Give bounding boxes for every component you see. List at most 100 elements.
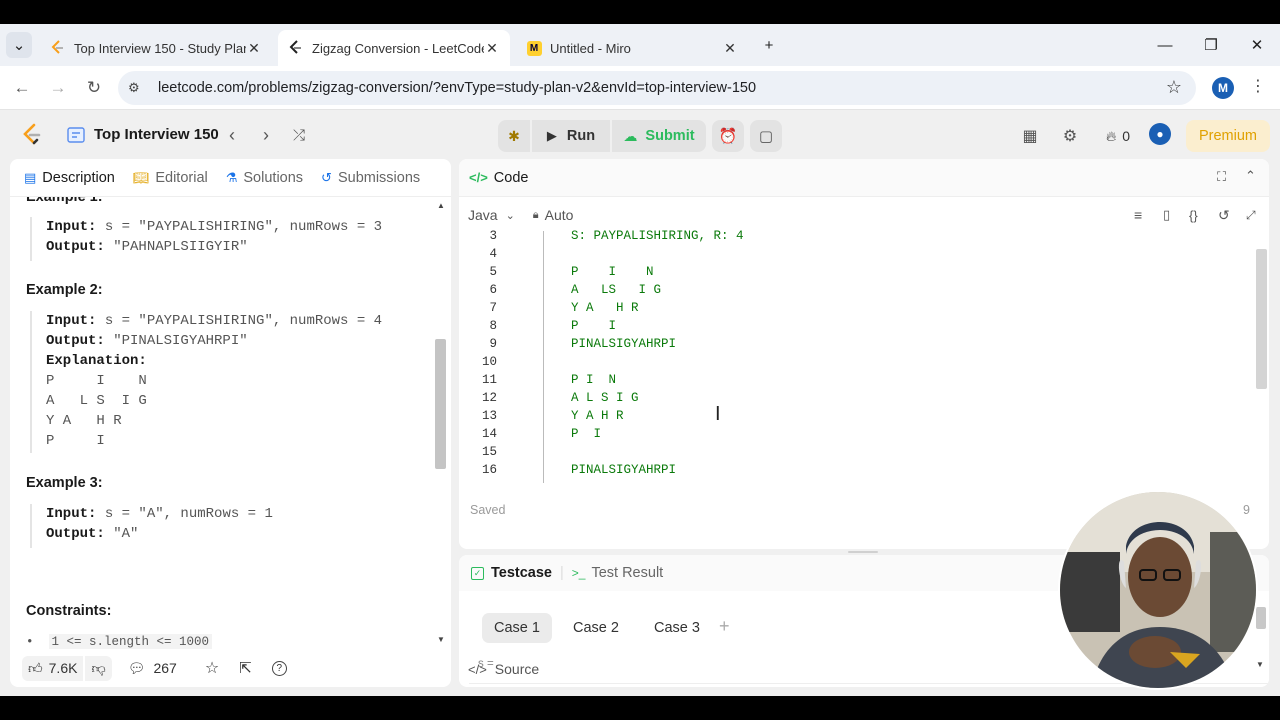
case-tab-1[interactable]: Case 1: [482, 613, 552, 643]
new-tab-button[interactable]: +: [754, 32, 784, 58]
expand-icon[interactable]: ⤢: [1246, 208, 1256, 223]
source-toggle[interactable]: </> Source: [468, 661, 539, 677]
add-case-button[interactable]: +: [719, 616, 730, 637]
tab-editorial[interactable]: 📖︎ Editorial: [133, 170, 208, 186]
tab-description[interactable]: ▤ Description: [24, 170, 115, 186]
explanation-line: Y A H R: [46, 413, 122, 429]
code-line[interactable]: 8 P I: [459, 319, 1259, 337]
code-line[interactable]: 3 S: PAYPALISHIRING, R: 4: [459, 229, 1259, 247]
browser-tab-2[interactable]: M Untitled - Miro ✕: [516, 30, 748, 66]
close-window-button[interactable]: ✕: [1242, 32, 1272, 58]
case-tab-3[interactable]: Case 3: [642, 613, 712, 643]
next-problem-icon[interactable]: ›: [256, 123, 276, 147]
prev-problem-icon[interactable]: ‹: [222, 123, 242, 147]
code-line[interactable]: 10: [459, 355, 1259, 373]
description-content[interactable]: Example 1: Input: s = "PAYPALISHIRING", …: [10, 197, 451, 649]
restore-button[interactable]: ❐: [1196, 32, 1226, 58]
tab-search-button[interactable]: ⌄: [6, 32, 32, 58]
scroll-up-icon[interactable]: ▲: [437, 201, 445, 210]
user-avatar[interactable]: ●: [1149, 123, 1171, 145]
code-line[interactable]: 7 Y A H R: [459, 301, 1259, 319]
code-line[interactable]: 4: [459, 247, 1259, 265]
input-label: Input:: [46, 219, 97, 235]
scroll-down-icon[interactable]: ▼: [437, 635, 445, 644]
back-button[interactable]: ←: [9, 76, 35, 100]
favorite-star-icon[interactable]: ☆: [205, 658, 219, 678]
address-bar[interactable]: ⚙ leetcode.com/problems/zigzag-conversio…: [118, 71, 1196, 105]
help-icon[interactable]: ?: [271, 660, 287, 676]
format-icon[interactable]: ≡: [1134, 207, 1142, 223]
maximize-icon[interactable]: ⛶: [1217, 169, 1226, 185]
code-line[interactable]: 16 PINALSIGYAHRPI: [459, 463, 1259, 481]
output-label: Output:: [46, 526, 105, 542]
premium-button[interactable]: Premium: [1186, 120, 1270, 152]
checkbox-icon: ✓: [471, 566, 484, 580]
forward-button[interactable]: →: [45, 76, 71, 100]
browser-menu-icon[interactable]: ⋮: [1250, 76, 1266, 96]
like-button[interactable]: 👍︎ 7.6K: [22, 655, 84, 681]
notes-button[interactable]: ▢: [750, 120, 782, 152]
tab-test-result[interactable]: >_ Test Result: [572, 565, 663, 581]
panel-resize-handle[interactable]: [848, 551, 878, 553]
tab-label: Submissions: [337, 169, 421, 186]
line-number: 13: [481, 409, 497, 423]
line-number: 7: [489, 301, 497, 315]
scroll-down-icon[interactable]: ▼: [1256, 660, 1264, 669]
scrollbar-thumb[interactable]: [435, 339, 446, 469]
code-line[interactable]: 15: [459, 445, 1259, 463]
debug-button[interactable]: ✱: [498, 120, 530, 152]
source-label: Source: [494, 661, 540, 677]
code-line[interactable]: 12 A L S I G: [459, 391, 1259, 409]
code-line[interactable]: 14 P I: [459, 427, 1259, 445]
minimize-button[interactable]: —: [1150, 32, 1180, 58]
code-line[interactable]: 9 PINALSIGYAHRPI: [459, 337, 1259, 355]
code-line[interactable]: 5 P I N: [459, 265, 1259, 283]
site-settings-icon[interactable]: ⚙: [128, 80, 146, 96]
case-tab-2[interactable]: Case 2: [561, 613, 631, 643]
braces-icon[interactable]: {}: [1189, 208, 1198, 223]
comments-button[interactable]: 💬︎ 267: [128, 660, 177, 677]
timer-button[interactable]: ⏰: [712, 120, 744, 152]
run-button[interactable]: ▶ Run: [532, 120, 610, 152]
shuffle-icon[interactable]: ⤮: [288, 123, 310, 147]
close-icon[interactable]: ✕: [246, 40, 262, 57]
close-icon[interactable]: ✕: [484, 40, 500, 57]
language-select[interactable]: Java ⌄: [468, 207, 515, 223]
tab-submissions[interactable]: ↺ Submissions: [321, 170, 420, 186]
editor-scrollbar-thumb[interactable]: [1256, 249, 1267, 389]
notes-icon: ▢: [758, 128, 774, 145]
scrollbar[interactable]: ▲ ▼: [434, 197, 448, 649]
text-cursor-icon: I: [715, 403, 721, 425]
bookmark-star-icon[interactable]: ☆: [1166, 77, 1182, 98]
bookmark-icon[interactable]: ▯: [1163, 207, 1170, 223]
submit-label: Submit: [645, 128, 695, 144]
layout-grid-icon[interactable]: ▦: [1018, 124, 1042, 148]
mode-label[interactable]: Auto: [545, 207, 574, 223]
browser-tab-0[interactable]: Top Interview 150 - Study Plan ✕: [40, 30, 272, 66]
url-text[interactable]: leetcode.com/problems/zigzag-conversion/…: [158, 80, 756, 96]
reset-icon[interactable]: ↺: [1218, 207, 1230, 224]
share-icon[interactable]: ⇱: [239, 659, 252, 677]
example-1-block: Input: s = "PAYPALISHIRING", numRows = 3…: [30, 217, 382, 261]
code-line[interactable]: 6 A LS I G: [459, 283, 1259, 301]
browser-tab-1[interactable]: Zigzag Conversion - LeetCode ✕: [278, 30, 510, 66]
gear-icon[interactable]: ⚙: [1058, 124, 1082, 148]
tab-label: Test Result: [591, 565, 664, 581]
code-editor[interactable]: 3 S: PAYPALISHIRING, R: 4 4 5 P I N 6 A LS I G…: [459, 229, 1259, 499]
code-line[interactable]: 11 P I N: [459, 373, 1259, 391]
leetcode-logo-icon[interactable]: [20, 123, 44, 147]
tab-solutions[interactable]: ⚗ Solutions: [226, 170, 303, 186]
test-scrollbar-thumb[interactable]: [1256, 607, 1266, 629]
input-value: s = "PAYPALISHIRING", numRows = 3: [96, 219, 383, 235]
submit-button[interactable]: ☁ Submit: [612, 120, 706, 152]
code-line[interactable]: 13 Y A H R: [459, 409, 1259, 427]
code-title: Code: [493, 169, 529, 186]
collapse-icon[interactable]: ⌃: [1245, 168, 1256, 184]
close-icon[interactable]: ✕: [722, 40, 738, 57]
streak-counter[interactable]: 🔥︎ 0: [1098, 124, 1138, 148]
reload-button[interactable]: ↻: [81, 76, 107, 100]
study-plan-title[interactable]: Top Interview 150: [94, 126, 219, 143]
dislike-button[interactable]: 👎︎: [85, 655, 112, 681]
profile-avatar[interactable]: M: [1212, 77, 1234, 99]
tab-testcase[interactable]: ✓ Testcase: [471, 565, 552, 581]
